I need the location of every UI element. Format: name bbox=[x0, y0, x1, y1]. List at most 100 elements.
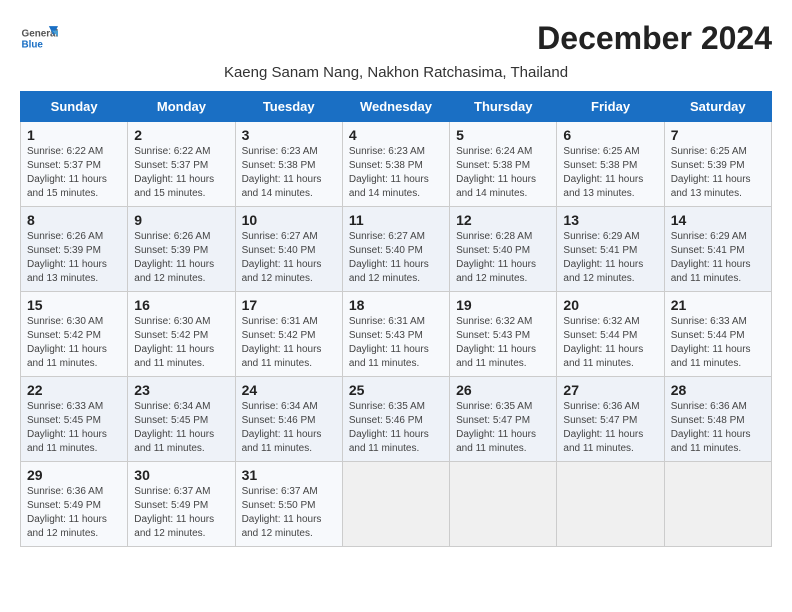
day-detail: Sunrise: 6:31 AM Sunset: 5:43 PM Dayligh… bbox=[349, 315, 443, 371]
day-number: 31 bbox=[242, 467, 336, 483]
day-number: 1 bbox=[27, 127, 121, 143]
calendar-cell bbox=[664, 462, 771, 547]
calendar-week-row: 15 Sunrise: 6:30 AM Sunset: 5:42 PM Dayli… bbox=[21, 292, 772, 377]
day-detail: Sunrise: 6:25 AM Sunset: 5:39 PM Dayligh… bbox=[671, 145, 765, 201]
weekday-header: Tuesday bbox=[235, 92, 342, 122]
day-detail: Sunrise: 6:33 AM Sunset: 5:44 PM Dayligh… bbox=[671, 315, 765, 371]
day-detail: Sunrise: 6:31 AM Sunset: 5:42 PM Dayligh… bbox=[242, 315, 336, 371]
day-detail: Sunrise: 6:22 AM Sunset: 5:37 PM Dayligh… bbox=[134, 145, 228, 201]
calendar-cell: 12 Sunrise: 6:28 AM Sunset: 5:40 PM Dayli… bbox=[450, 207, 557, 292]
calendar-cell: 31 Sunrise: 6:37 AM Sunset: 5:50 PM Dayli… bbox=[235, 462, 342, 547]
day-number: 7 bbox=[671, 127, 765, 143]
svg-text:Blue: Blue bbox=[22, 39, 44, 50]
day-detail: Sunrise: 6:26 AM Sunset: 5:39 PM Dayligh… bbox=[134, 230, 228, 286]
calendar-cell: 8 Sunrise: 6:26 AM Sunset: 5:39 PM Daylig… bbox=[21, 207, 128, 292]
day-number: 14 bbox=[671, 212, 765, 228]
day-number: 16 bbox=[134, 297, 228, 313]
day-number: 9 bbox=[134, 212, 228, 228]
calendar-cell: 2 Sunrise: 6:22 AM Sunset: 5:37 PM Daylig… bbox=[128, 122, 235, 207]
day-detail: Sunrise: 6:26 AM Sunset: 5:39 PM Dayligh… bbox=[27, 230, 121, 286]
weekday-header: Thursday bbox=[450, 92, 557, 122]
weekday-header: Friday bbox=[557, 92, 664, 122]
weekday-header: Saturday bbox=[664, 92, 771, 122]
calendar-cell: 7 Sunrise: 6:25 AM Sunset: 5:39 PM Daylig… bbox=[664, 122, 771, 207]
day-detail: Sunrise: 6:32 AM Sunset: 5:44 PM Dayligh… bbox=[563, 315, 657, 371]
day-detail: Sunrise: 6:24 AM Sunset: 5:38 PM Dayligh… bbox=[456, 145, 550, 201]
day-number: 2 bbox=[134, 127, 228, 143]
day-number: 12 bbox=[456, 212, 550, 228]
calendar-week-row: 1 Sunrise: 6:22 AM Sunset: 5:37 PM Daylig… bbox=[21, 122, 772, 207]
calendar-cell bbox=[450, 462, 557, 547]
day-number: 17 bbox=[242, 297, 336, 313]
day-detail: Sunrise: 6:34 AM Sunset: 5:45 PM Dayligh… bbox=[134, 400, 228, 456]
day-number: 4 bbox=[349, 127, 443, 143]
day-detail: Sunrise: 6:30 AM Sunset: 5:42 PM Dayligh… bbox=[27, 315, 121, 371]
day-number: 13 bbox=[563, 212, 657, 228]
calendar-cell bbox=[342, 462, 449, 547]
day-number: 18 bbox=[349, 297, 443, 313]
calendar-cell: 16 Sunrise: 6:30 AM Sunset: 5:42 PM Dayli… bbox=[128, 292, 235, 377]
day-number: 5 bbox=[456, 127, 550, 143]
calendar-cell: 9 Sunrise: 6:26 AM Sunset: 5:39 PM Daylig… bbox=[128, 207, 235, 292]
subtitle: Kaeng Sanam Nang, Nakhon Ratchasima, Tha… bbox=[20, 64, 772, 81]
day-number: 3 bbox=[242, 127, 336, 143]
calendar-cell: 24Sunrise: 6:34 AM Sunset: 5:46 PM Dayli… bbox=[235, 377, 342, 462]
calendar-week-row: 8 Sunrise: 6:26 AM Sunset: 5:39 PM Daylig… bbox=[21, 207, 772, 292]
calendar-cell: 4 Sunrise: 6:23 AM Sunset: 5:38 PM Daylig… bbox=[342, 122, 449, 207]
day-number: 10 bbox=[242, 212, 336, 228]
day-number: 23 bbox=[134, 382, 228, 398]
calendar-cell: 6 Sunrise: 6:25 AM Sunset: 5:38 PM Daylig… bbox=[557, 122, 664, 207]
day-detail: Sunrise: 6:34 AM Sunset: 5:46 PM Dayligh… bbox=[242, 400, 336, 456]
calendar-table: SundayMondayTuesdayWednesdayThursdayFrid… bbox=[20, 91, 772, 547]
day-number: 6 bbox=[563, 127, 657, 143]
calendar-week-row: 22 Sunrise: 6:33 AM Sunset: 5:45 PM Dayli… bbox=[21, 377, 772, 462]
calendar-week-row: 29Sunrise: 6:36 AM Sunset: 5:49 PM Dayli… bbox=[21, 462, 772, 547]
day-number: 29 bbox=[27, 467, 121, 483]
day-detail: Sunrise: 6:29 AM Sunset: 5:41 PM Dayligh… bbox=[671, 230, 765, 286]
weekday-header: Wednesday bbox=[342, 92, 449, 122]
weekday-header-row: SundayMondayTuesdayWednesdayThursdayFrid… bbox=[21, 92, 772, 122]
calendar-cell: 5 Sunrise: 6:24 AM Sunset: 5:38 PM Daylig… bbox=[450, 122, 557, 207]
day-number: 22 bbox=[27, 382, 121, 398]
calendar-cell bbox=[557, 462, 664, 547]
day-number: 21 bbox=[671, 297, 765, 313]
logo: General Blue bbox=[20, 20, 62, 58]
day-detail: Sunrise: 6:35 AM Sunset: 5:47 PM Dayligh… bbox=[456, 400, 550, 456]
page-header: General Blue December 2024 bbox=[20, 20, 772, 58]
calendar-cell: 23 Sunrise: 6:34 AM Sunset: 5:45 PM Dayli… bbox=[128, 377, 235, 462]
day-detail: Sunrise: 6:33 AM Sunset: 5:45 PM Dayligh… bbox=[27, 400, 121, 456]
month-title: December 2024 bbox=[537, 20, 772, 57]
day-detail: Sunrise: 6:30 AM Sunset: 5:42 PM Dayligh… bbox=[134, 315, 228, 371]
calendar-cell: 27Sunrise: 6:36 AM Sunset: 5:47 PM Dayli… bbox=[557, 377, 664, 462]
calendar-cell: 19 Sunrise: 6:32 AM Sunset: 5:43 PM Dayli… bbox=[450, 292, 557, 377]
calendar-cell: 25Sunrise: 6:35 AM Sunset: 5:46 PM Dayli… bbox=[342, 377, 449, 462]
day-detail: Sunrise: 6:36 AM Sunset: 5:48 PM Dayligh… bbox=[671, 400, 765, 456]
day-number: 8 bbox=[27, 212, 121, 228]
calendar-cell: 29Sunrise: 6:36 AM Sunset: 5:49 PM Dayli… bbox=[21, 462, 128, 547]
day-detail: Sunrise: 6:37 AM Sunset: 5:50 PM Dayligh… bbox=[242, 485, 336, 541]
day-detail: Sunrise: 6:27 AM Sunset: 5:40 PM Dayligh… bbox=[349, 230, 443, 286]
calendar-cell: 13Sunrise: 6:29 AM Sunset: 5:41 PM Dayli… bbox=[557, 207, 664, 292]
day-detail: Sunrise: 6:23 AM Sunset: 5:38 PM Dayligh… bbox=[349, 145, 443, 201]
day-detail: Sunrise: 6:28 AM Sunset: 5:40 PM Dayligh… bbox=[456, 230, 550, 286]
day-detail: Sunrise: 6:25 AM Sunset: 5:38 PM Dayligh… bbox=[563, 145, 657, 201]
day-detail: Sunrise: 6:35 AM Sunset: 5:46 PM Dayligh… bbox=[349, 400, 443, 456]
day-number: 19 bbox=[456, 297, 550, 313]
calendar-cell: 10 Sunrise: 6:27 AM Sunset: 5:40 PM Dayli… bbox=[235, 207, 342, 292]
day-number: 20 bbox=[563, 297, 657, 313]
day-number: 27 bbox=[563, 382, 657, 398]
calendar-cell: 28 Sunrise: 6:36 AM Sunset: 5:48 PM Dayli… bbox=[664, 377, 771, 462]
day-detail: Sunrise: 6:22 AM Sunset: 5:37 PM Dayligh… bbox=[27, 145, 121, 201]
calendar-cell: 30Sunrise: 6:37 AM Sunset: 5:49 PM Dayli… bbox=[128, 462, 235, 547]
day-number: 28 bbox=[671, 382, 765, 398]
day-detail: Sunrise: 6:32 AM Sunset: 5:43 PM Dayligh… bbox=[456, 315, 550, 371]
calendar-cell: 15 Sunrise: 6:30 AM Sunset: 5:42 PM Dayli… bbox=[21, 292, 128, 377]
weekday-header: Sunday bbox=[21, 92, 128, 122]
calendar-cell: 22 Sunrise: 6:33 AM Sunset: 5:45 PM Dayli… bbox=[21, 377, 128, 462]
calendar-cell: 3Sunrise: 6:23 AM Sunset: 5:38 PM Daylig… bbox=[235, 122, 342, 207]
day-number: 15 bbox=[27, 297, 121, 313]
calendar-cell: 1 Sunrise: 6:22 AM Sunset: 5:37 PM Daylig… bbox=[21, 122, 128, 207]
calendar-cell: 20 Sunrise: 6:32 AM Sunset: 5:44 PM Dayli… bbox=[557, 292, 664, 377]
calendar-cell: 11Sunrise: 6:27 AM Sunset: 5:40 PM Dayli… bbox=[342, 207, 449, 292]
day-detail: Sunrise: 6:27 AM Sunset: 5:40 PM Dayligh… bbox=[242, 230, 336, 286]
